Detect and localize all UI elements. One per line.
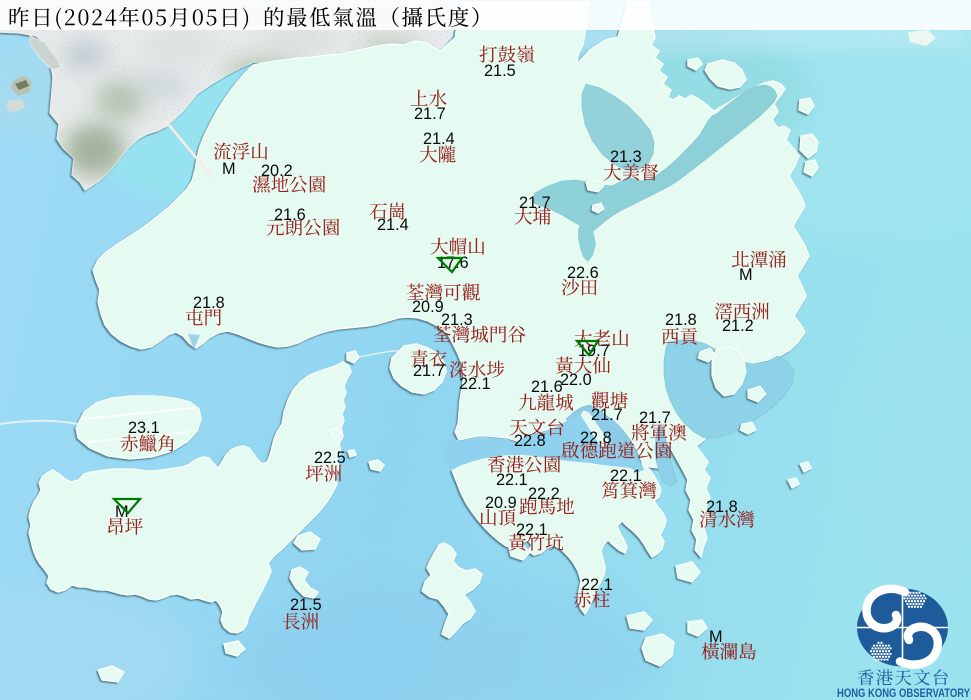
svg-text:21.7: 21.7: [591, 406, 623, 424]
svg-text:21.2: 21.2: [722, 317, 754, 335]
svg-text:21.6: 21.6: [274, 206, 306, 224]
svg-text:22.5: 22.5: [314, 449, 346, 467]
svg-text:20.9: 20.9: [412, 298, 444, 316]
svg-text:21.7: 21.7: [413, 362, 445, 380]
svg-text:21.5: 21.5: [484, 62, 516, 80]
svg-text:22.1: 22.1: [459, 375, 491, 393]
svg-text:21.7: 21.7: [639, 409, 671, 427]
svg-text:23.1: 23.1: [128, 419, 160, 437]
svg-text:21.4: 21.4: [377, 216, 409, 234]
svg-text:22.8: 22.8: [514, 432, 546, 450]
svg-text:M: M: [709, 628, 723, 646]
svg-text:19.7: 19.7: [578, 342, 610, 360]
svg-text:22.1: 22.1: [610, 467, 642, 485]
svg-text:22.1: 22.1: [516, 521, 548, 539]
svg-text:21.8: 21.8: [706, 498, 738, 516]
svg-text:21.6: 21.6: [531, 378, 563, 396]
svg-text:22.1: 22.1: [581, 576, 613, 594]
svg-text:21.4: 21.4: [423, 130, 455, 148]
svg-text:21.7: 21.7: [414, 105, 446, 123]
svg-text:22.2: 22.2: [528, 485, 560, 503]
svg-text:21.5: 21.5: [290, 596, 322, 614]
svg-text:20.9: 20.9: [485, 494, 517, 512]
svg-text:21.3: 21.3: [610, 148, 642, 166]
svg-text:20.2: 20.2: [261, 162, 293, 180]
svg-text:22.8: 22.8: [580, 429, 612, 447]
svg-text:21.3: 21.3: [441, 311, 473, 329]
svg-text:HONG KONG OBSERVATORY: HONG KONG OBSERVATORY: [837, 686, 970, 700]
svg-text:M: M: [739, 266, 753, 284]
svg-text:21.8: 21.8: [193, 294, 225, 312]
svg-text:22.6: 22.6: [567, 264, 599, 282]
svg-text:21.7: 21.7: [519, 194, 551, 212]
svg-text:22.0: 22.0: [560, 371, 592, 389]
svg-text:22.1: 22.1: [496, 471, 528, 489]
svg-text:M: M: [222, 160, 236, 178]
svg-text:21.8: 21.8: [665, 311, 697, 329]
